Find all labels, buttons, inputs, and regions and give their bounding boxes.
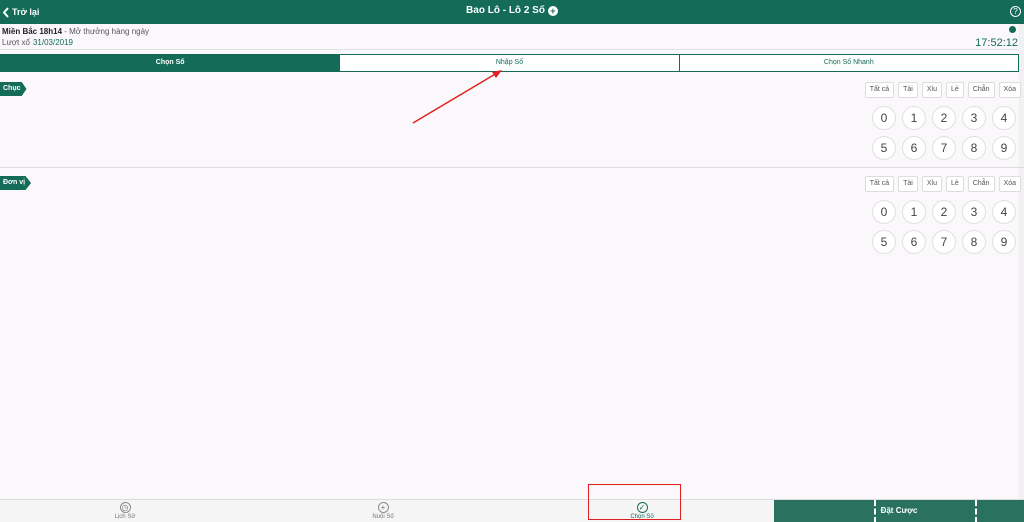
number-button[interactable]: 1 <box>902 106 926 130</box>
number-button[interactable]: 5 <box>872 230 896 254</box>
number-button[interactable]: 7 <box>932 230 956 254</box>
expand-dot-icon[interactable] <box>1009 26 1016 33</box>
draw-info-bar: Miền Bắc 18h14 - Mở thưởng hàng ngày Lượ… <box>0 24 1024 50</box>
section-don-vi: Đơn vị Tất cả Tài Xỉu Lẻ Chẵn Xóa 0 1 2 … <box>0 170 1024 266</box>
number-button[interactable]: 8 <box>962 230 986 254</box>
plus-icon: + <box>377 502 389 513</box>
number-button[interactable]: 6 <box>902 136 926 160</box>
draw-label: Lượt xổ <box>2 38 30 47</box>
nav-select-label: Chọn Số <box>630 514 654 520</box>
tab-chon-so[interactable]: Chọn Số <box>0 54 341 72</box>
page: Trở lại Bao Lô - Lô 2 Số + ? Miền Bắc 18h… <box>0 0 1024 522</box>
nav-nurture[interactable]: + Nuôi Số <box>353 502 413 520</box>
tab-chon-so-nhanh[interactable]: Chọn Số Nhanh <box>679 54 1019 72</box>
draw-line: Lượt xổ 31/03/2019 <box>2 38 73 47</box>
filter-high-button[interactable]: Tài <box>898 176 918 192</box>
number-button[interactable]: 3 <box>962 200 986 224</box>
number-button[interactable]: 0 <box>872 106 896 130</box>
check-icon: ✓ <box>636 502 648 513</box>
filter-odd-button[interactable]: Lẻ <box>946 176 964 192</box>
number-grid: 0 1 2 3 4 5 6 7 8 9 <box>872 106 1018 160</box>
filter-clear-button[interactable]: Xóa <box>998 176 1021 192</box>
number-button[interactable]: 6 <box>902 230 926 254</box>
filter-low-button[interactable]: Xỉu <box>921 82 942 98</box>
region-name: Miền Bắc 18h14 <box>2 27 63 36</box>
nav-history-label: Lịch Sử <box>114 514 136 520</box>
number-button[interactable]: 9 <box>992 136 1016 160</box>
filter-clear-button[interactable]: Xóa <box>998 82 1021 98</box>
nav-select[interactable]: ✓ Chọn Số <box>612 502 672 520</box>
section-label: Đơn vị <box>0 176 32 190</box>
number-button[interactable]: 5 <box>872 136 896 160</box>
page-title-wrap: Bao Lô - Lô 2 Số + <box>0 5 1024 16</box>
draw-date: 31/03/2019 <box>32 38 73 47</box>
filter-low-button[interactable]: Xỉu <box>921 176 942 192</box>
countdown-clock: 17:52:12 <box>975 37 1018 49</box>
number-button[interactable]: 4 <box>992 106 1016 130</box>
number-button[interactable]: 1 <box>902 200 926 224</box>
bottom-nav: ◷ Lịch Sử + Nuôi Số ✓ Chọn Số Đặt Cược <box>0 499 1024 522</box>
number-button[interactable]: 8 <box>962 136 986 160</box>
bet-label: Đặt Cược <box>880 506 918 515</box>
plus-circle-icon[interactable]: + <box>547 6 558 16</box>
help-icon[interactable]: ? <box>1010 6 1021 17</box>
filter-even-button[interactable]: Chẵn <box>967 82 995 98</box>
number-button[interactable]: 0 <box>872 200 896 224</box>
page-title: Bao Lô - Lô 2 Số <box>466 5 545 16</box>
ticket-seam <box>975 500 977 522</box>
filter-group: Tất cả Tài Xỉu Lẻ Chẵn Xóa <box>864 176 1021 192</box>
filter-all-button[interactable]: Tất cả <box>864 176 895 192</box>
number-button[interactable]: 7 <box>932 136 956 160</box>
tab-bar: Chọn Số Nhập Số Chọn Số Nhanh <box>0 54 1019 72</box>
number-button[interactable]: 2 <box>932 200 956 224</box>
filter-group: Tất cả Tài Xỉu Lẻ Chẵn Xóa <box>864 82 1021 98</box>
filter-odd-button[interactable]: Lẻ <box>946 82 964 98</box>
tab-nhap-so[interactable]: Nhập Số <box>340 54 680 72</box>
schedule-text: - Mở thưởng hàng ngày <box>62 27 150 36</box>
number-button[interactable]: 3 <box>962 106 986 130</box>
section-chuc: Chục Tất cả Tài Xỉu Lẻ Chẵn Xóa 0 1 2 3 … <box>0 76 1024 168</box>
section-label: Chục <box>0 82 27 96</box>
number-button[interactable]: 2 <box>932 106 956 130</box>
nav-history[interactable]: ◷ Lịch Sử <box>95 502 155 520</box>
number-button[interactable]: 9 <box>992 230 1016 254</box>
region-line: Miền Bắc 18h14 - Mở thưởng hàng ngày <box>2 27 149 36</box>
number-button[interactable]: 4 <box>992 200 1016 224</box>
filter-high-button[interactable]: Tài <box>898 82 918 98</box>
filter-all-button[interactable]: Tất cả <box>864 82 895 98</box>
ticket-seam <box>874 500 876 522</box>
clock-icon: ◷ <box>119 502 131 513</box>
bet-button[interactable]: Đặt Cược <box>774 500 1024 522</box>
nav-nurture-label: Nuôi Số <box>372 514 394 520</box>
top-bar: Trở lại Bao Lô - Lô 2 Số + ? <box>0 0 1024 24</box>
filter-even-button[interactable]: Chẵn <box>967 176 995 192</box>
number-grid: 0 1 2 3 4 5 6 7 8 9 <box>872 200 1018 254</box>
